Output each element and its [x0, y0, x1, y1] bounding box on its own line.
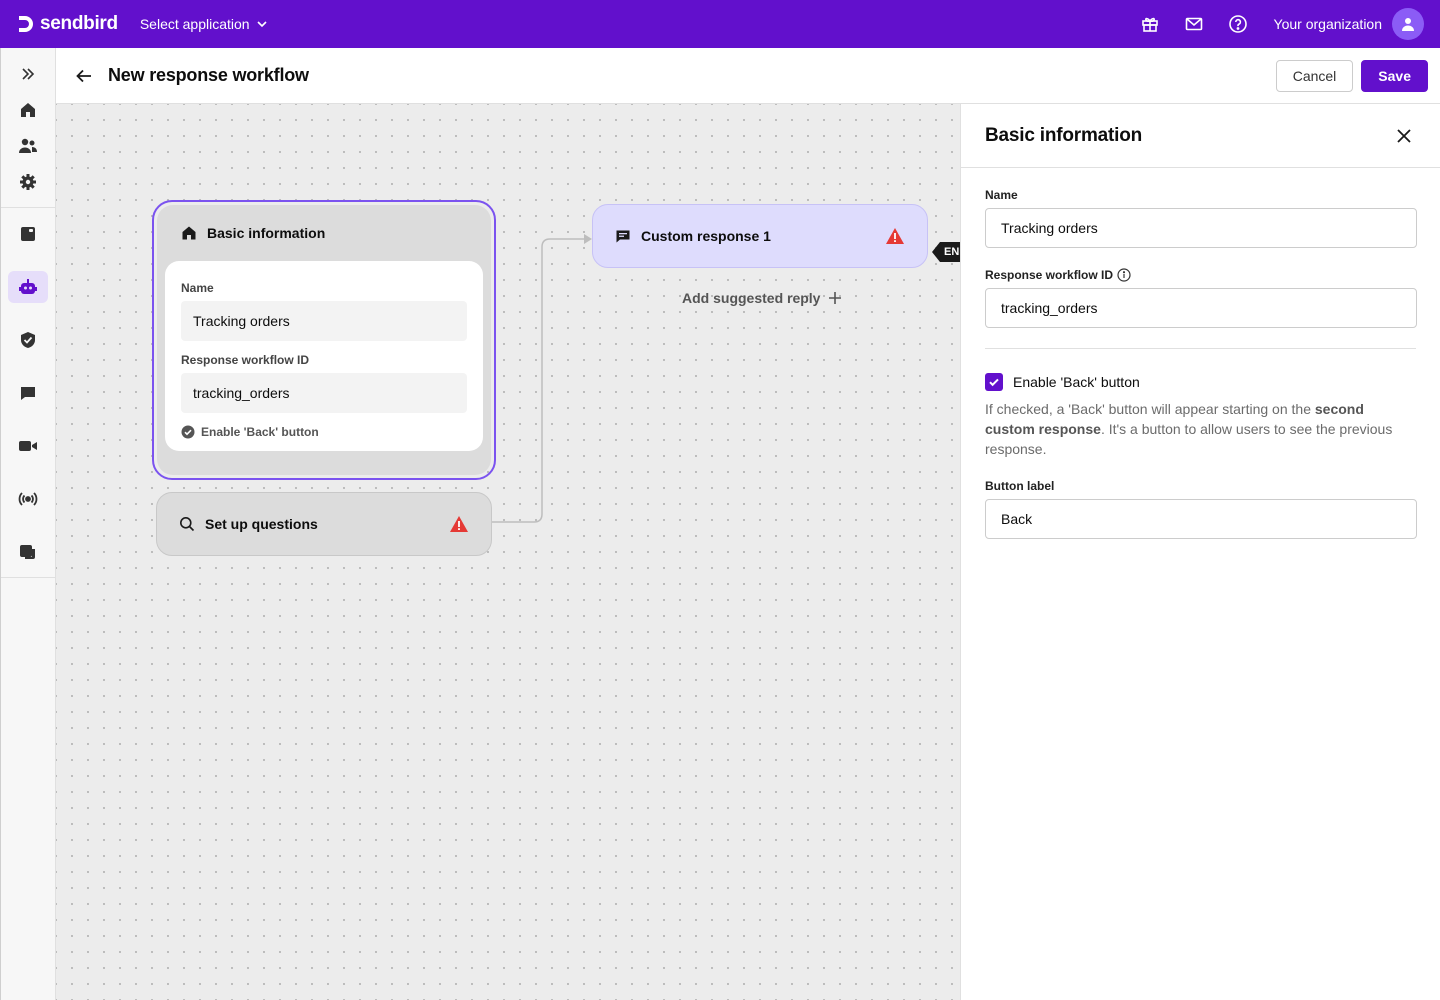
- top-bar: sendbird Select application Your organiz…: [0, 0, 1440, 48]
- sidebar-item-moderation[interactable]: [8, 324, 48, 356]
- brand-name: sendbird: [40, 13, 118, 34]
- sidebar-item-users[interactable]: [8, 130, 48, 162]
- node-title: Custom response 1: [641, 228, 771, 244]
- search-icon: [180, 517, 195, 532]
- name-field-label: Name: [985, 188, 1416, 202]
- warning-icon: [450, 516, 468, 532]
- double-chevron-right-icon: [22, 68, 35, 80]
- add-suggested-reply-button[interactable]: Add suggested reply: [682, 290, 842, 306]
- app-selector-label: Select application: [139, 16, 250, 32]
- bot-icon: [19, 279, 37, 294]
- chat-docs-icon: [21, 227, 35, 241]
- plus-icon: [829, 292, 842, 304]
- sidebar-item-home[interactable]: [8, 94, 48, 126]
- set-up-questions-node[interactable]: Set up questions: [156, 492, 492, 556]
- button-label-field-label-text: Button label: [985, 479, 1055, 493]
- name-field-label-text: Name: [985, 188, 1018, 202]
- video-icon: [19, 441, 37, 451]
- home-icon: [21, 103, 35, 117]
- user-icon: [1402, 18, 1414, 31]
- panel-title: Basic information: [985, 124, 1143, 146]
- enable-back-button-label: Enable 'Back' button: [1013, 374, 1140, 390]
- check-circle-icon: [181, 425, 195, 439]
- close-panel-button[interactable]: [1392, 124, 1416, 148]
- save-button[interactable]: Save: [1361, 59, 1428, 92]
- workflow-id-input[interactable]: [985, 288, 1417, 328]
- left-sidebar: [0, 48, 56, 1000]
- page-header: New response workflow Cancel Save: [56, 48, 1440, 104]
- properties-panel: Basic information Name Response workflow…: [960, 104, 1440, 1000]
- gift-icon[interactable]: [1128, 0, 1172, 48]
- button-label-field-label: Button label: [985, 479, 1416, 493]
- sendbird-logo[interactable]: sendbird: [16, 13, 118, 35]
- sidebar-item-chat[interactable]: [8, 218, 48, 250]
- workflow-id-label: Response workflow ID: [181, 353, 310, 367]
- name-input[interactable]: [985, 208, 1417, 248]
- sidebar-item-settings[interactable]: [8, 166, 48, 198]
- sidebar-item-notifications[interactable]: [8, 536, 48, 568]
- sendbird-logo-icon: [19, 16, 33, 32]
- button-label-input[interactable]: [985, 499, 1417, 539]
- shield-check-icon: [21, 332, 35, 348]
- avatar[interactable]: [1392, 8, 1424, 40]
- message-icon: [21, 387, 35, 400]
- sidebar-divider: [1, 577, 55, 578]
- enable-back-button-checkbox[interactable]: Enable 'Back' button: [985, 373, 1416, 391]
- add-suggested-reply-label: Add suggested reply: [682, 290, 821, 306]
- basic-information-node[interactable]: Basic information Name Tracking orders R…: [152, 200, 496, 480]
- node-title: Basic information: [207, 225, 326, 241]
- workflow-id-field-label: Response workflow ID: [985, 268, 1416, 282]
- cancel-button[interactable]: Cancel: [1275, 59, 1354, 92]
- name-label: Name: [181, 281, 214, 295]
- gear-icon: [20, 174, 36, 190]
- close-icon: [1397, 128, 1411, 143]
- back-button[interactable]: [72, 64, 96, 88]
- help-icon[interactable]: [1216, 0, 1260, 48]
- back-button-status-label: Enable 'Back' button: [201, 425, 319, 439]
- description-text-1: If checked, a 'Back' button will appear …: [985, 401, 1315, 417]
- arrow-left-icon: [76, 69, 91, 82]
- custom-response-node[interactable]: Custom response 1: [592, 204, 928, 268]
- sidebar-item-desk[interactable]: [8, 377, 48, 409]
- sidebar-item-calls[interactable]: [8, 430, 48, 462]
- info-icon[interactable]: [1117, 268, 1131, 282]
- node-title: Set up questions: [205, 516, 318, 532]
- checkbox-checked[interactable]: [985, 373, 1003, 391]
- node-details-card: Name Tracking orders Response workflow I…: [165, 261, 483, 451]
- panel-divider: [985, 348, 1416, 349]
- workflow-id-value: tracking_orders: [181, 373, 467, 413]
- sidebar-item-live[interactable]: [8, 483, 48, 515]
- live-broadcast-icon: [18, 492, 38, 506]
- warning-icon: [886, 228, 904, 244]
- users-icon: [19, 138, 37, 153]
- chevron-down-icon: [257, 21, 267, 28]
- workflow-id-field-label-text: Response workflow ID: [985, 268, 1114, 282]
- expand-sidebar-button[interactable]: [8, 58, 48, 90]
- check-icon: [989, 378, 999, 387]
- page-title: New response workflow: [108, 65, 309, 85]
- organization-name[interactable]: Your organization: [1274, 16, 1382, 32]
- name-value: Tracking orders: [181, 301, 467, 341]
- home-icon: [182, 226, 196, 240]
- notifications-icon: [20, 545, 35, 559]
- sidebar-item-bot[interactable]: [8, 271, 48, 303]
- workflow-canvas[interactable]: Basic information Name Tracking orders R…: [56, 104, 960, 1000]
- back-button-status: Enable 'Back' button: [181, 425, 467, 439]
- message-icon: [616, 230, 630, 243]
- back-button-description: If checked, a 'Back' button will appear …: [985, 399, 1416, 459]
- mail-icon[interactable]: [1172, 0, 1216, 48]
- app-selector[interactable]: Select application: [140, 16, 268, 32]
